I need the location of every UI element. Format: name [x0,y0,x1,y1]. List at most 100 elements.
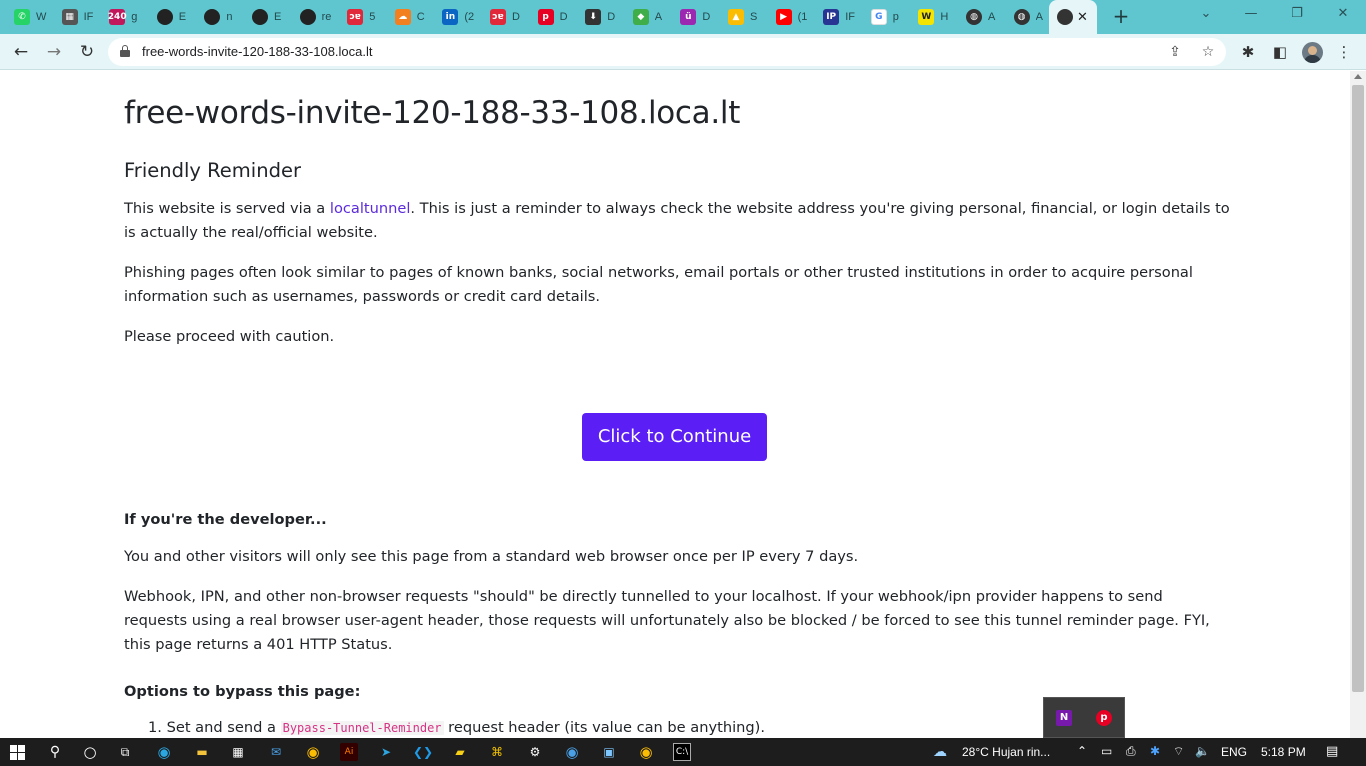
tab-search-icon[interactable]: ⌄ [1196,6,1216,21]
edge-icon[interactable]: ◉ [155,743,173,761]
tab-title: S [750,11,758,23]
task-view-icon[interactable]: ⧉ [116,743,134,761]
browser-tab[interactable]: ▶ (1 [768,4,810,30]
windows-start-icon[interactable] [10,745,25,760]
reload-button[interactable]: ↻ [75,40,99,64]
search-icon[interactable]: ⚲ [46,743,64,761]
browser-tab[interactable]: E [149,4,191,30]
side-panel-icon[interactable]: ◧ [1269,41,1291,63]
tab-title: D [607,11,616,23]
tab-title: A [988,11,996,23]
settings-gear-icon[interactable]: ⚙ [526,743,544,761]
back-button[interactable]: ← [9,40,33,64]
browser-tab[interactable]: pD [530,4,572,30]
file-explorer-icon[interactable]: ▬ [193,743,211,761]
show-hidden-icons-chevron-icon[interactable]: ⌃ [1077,744,1087,758]
address-bar[interactable]: free-words-invite-120-188-33-108.loca.lt… [108,38,1226,66]
bypass-options-heading: Options to bypass this page: [124,683,361,700]
tab-active[interactable]: ✕ [1049,0,1097,34]
clock-time[interactable]: 5:18 PM [1261,745,1306,759]
store-icon[interactable]: ▦ [229,743,247,761]
browser-tab[interactable]: Gp [863,4,905,30]
continue-button[interactable]: Click to Continue [582,413,767,461]
url-text[interactable]: free-words-invite-120-188-33-108.loca.lt [142,44,373,59]
weather-cloud-icon[interactable]: ☁ [933,744,947,760]
tab-title: D [559,11,568,23]
illustrator-icon[interactable]: Ai [340,743,358,761]
browser-tab[interactable]: ▦ IF [54,4,96,30]
chrome-icon[interactable]: ◉ [304,743,322,761]
browser-tab[interactable]: ɔɐ 5 [339,4,381,30]
forward-button[interactable]: → [42,40,66,64]
browser-tab[interactable]: ▲ S [720,4,762,30]
mail-icon[interactable]: ✉ [267,743,285,761]
onenote-icon[interactable]: N [1056,710,1072,726]
page-scrollbar[interactable] [1350,71,1366,738]
browser-tab[interactable]: 240 g [101,4,143,30]
lock-icon[interactable] [120,45,130,57]
cortana-icon[interactable]: ○ [81,743,99,761]
browser-tab[interactable]: ɔɐ D [482,4,524,30]
sticky-notes-icon[interactable]: ▰ [451,743,469,761]
calculator-icon: ▦ [61,9,78,25]
browser-tab[interactable]: ◆ A [625,4,667,30]
ip-icon: IP [823,9,840,25]
browser-tab[interactable]: E [244,4,286,30]
weather-text[interactable]: 28°C Hujan rin... [962,745,1050,759]
github-icon [252,9,268,25]
bookmark-star-icon[interactable]: ☆ [1198,42,1218,62]
browser-tab[interactable]: IP IF [815,4,857,30]
browser-tab[interactable]: üD [672,4,714,30]
notifications-icon[interactable]: ▤ [1326,744,1338,759]
tab-title: H [940,11,949,23]
friendly-reminder-heading: Friendly Reminder [124,159,301,182]
share-icon[interactable]: ⇪ [1165,42,1185,62]
command-prompt-icon[interactable]: C:\ [673,743,691,761]
battery-icon[interactable]: ▭ [1101,744,1112,758]
chrome-active-icon[interactable]: ◉ [637,743,655,761]
telegram-icon[interactable]: ➤ [377,743,395,761]
globe-icon [1057,9,1073,25]
close-window-button[interactable]: ✕ [1333,6,1353,21]
bluetooth-icon[interactable]: ✱ [1150,744,1160,758]
chrome-profile-icon[interactable]: ◉ [563,743,581,761]
extensions-puzzle-icon[interactable]: ✱ [1237,41,1259,63]
tab-title: D [702,11,711,23]
meet-now-icon[interactable]: ⎙ [1126,744,1136,759]
browser-tab[interactable]: n [196,4,238,30]
language-indicator[interactable]: ENG [1221,745,1247,759]
browser-tab[interactable]: ◍ A [1006,4,1048,30]
browser-menu-icon[interactable]: ⋮ [1333,41,1355,63]
cloudflare-icon: ☁ [394,9,411,25]
browser-tab[interactable]: ✆ W [6,4,48,30]
wifi-icon[interactable]: ⌔ [1173,744,1184,759]
scroll-thumb[interactable] [1352,85,1364,692]
remote-desktop-icon[interactable]: ▣ [600,743,618,761]
vscode-icon[interactable]: ❮❯ [413,743,433,761]
tab-title: g [131,11,138,23]
profile-avatar[interactable] [1302,42,1323,63]
restore-button[interactable]: ❐ [1287,6,1307,21]
page-title: free-words-invite-120-188-33-108.loca.lt [124,95,741,131]
browser-tab[interactable]: ◍ A [958,4,1000,30]
network-tool-icon[interactable]: ⌘ [488,743,506,761]
browser-tab[interactable]: ⬇ D [577,4,619,30]
colorful-app-icon: ◆ [632,9,649,25]
served-via-paragraph: This website is served via a localtunnel… [124,200,1230,241]
localtunnel-link[interactable]: localtunnel [330,200,411,217]
scroll-up-arrow-icon[interactable] [1354,74,1362,79]
globe-icon: ◍ [966,9,982,25]
new-tab-button[interactable]: + [1110,5,1132,27]
browser-tab[interactable]: WH [910,4,952,30]
volume-icon[interactable]: 🔈 [1195,744,1210,758]
w-yellow-icon: W [918,9,935,25]
tab-title: p [892,11,899,23]
tab-title: 5 [369,11,376,23]
minimize-button[interactable]: — [1241,6,1261,21]
browser-tab[interactable]: in (2 [434,4,476,30]
pinterest-icon[interactable]: p [1096,710,1112,726]
browser-tab[interactable]: re [292,4,334,30]
close-tab-icon[interactable]: ✕ [1077,10,1088,25]
browser-tab[interactable]: ☁ C [387,4,429,30]
pinterest-icon: p [537,9,554,25]
